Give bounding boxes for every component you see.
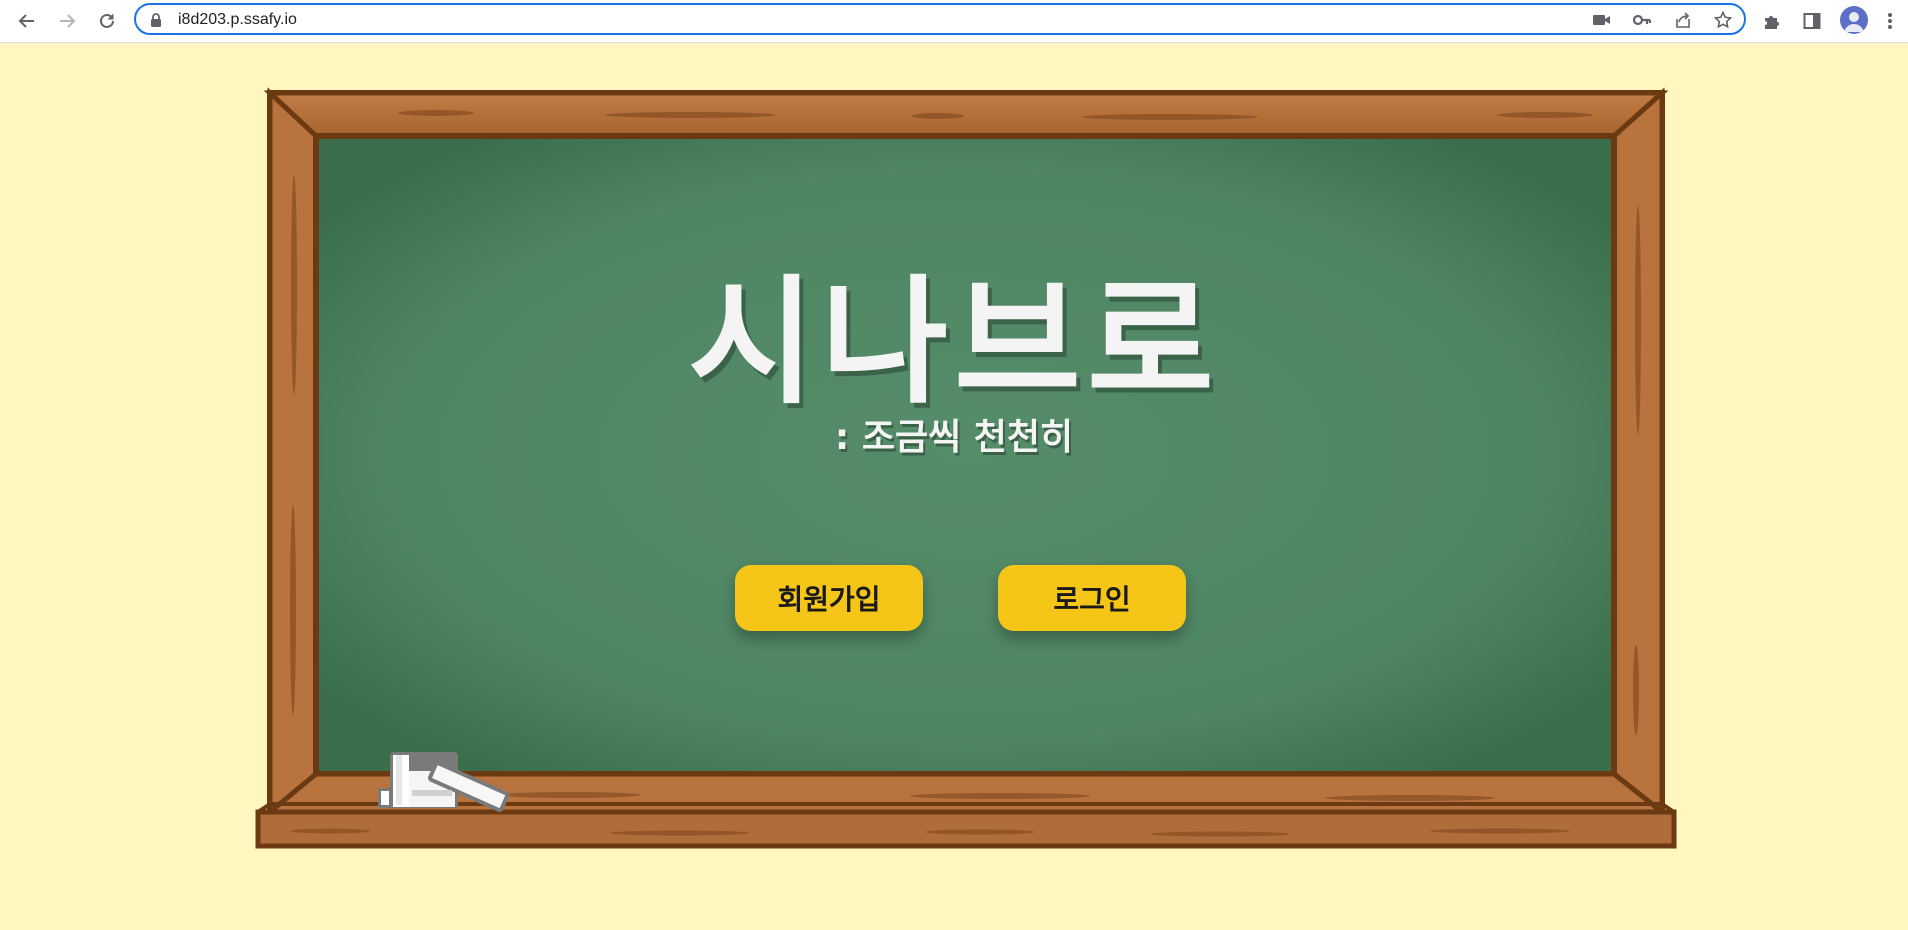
chalkboard — [255, 87, 1677, 849]
page-title: 시나브로 — [688, 262, 1220, 423]
page-subtitle: : 조금씩 천천히 — [834, 417, 1074, 458]
signup-button[interactable]: 회원가입 — [735, 565, 923, 631]
login-button[interactable]: 로그인 — [998, 565, 1186, 631]
